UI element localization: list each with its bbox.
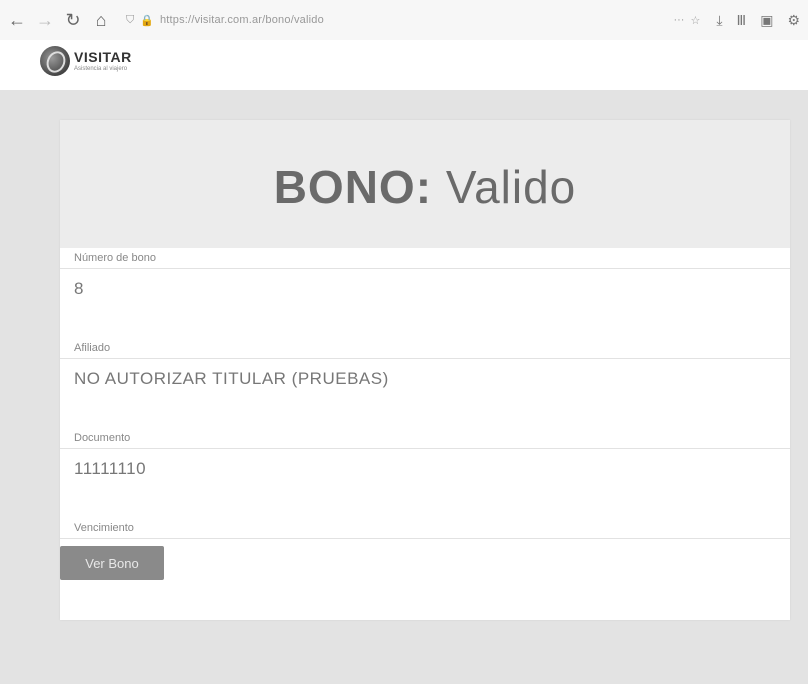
ver-bono-button[interactable]: Ver Bono xyxy=(60,546,164,580)
field-value: NO AUTORIZAR TITULAR (PRUEBAS) xyxy=(74,369,389,388)
forward-icon[interactable]: → xyxy=(36,11,54,29)
field-label: Documento xyxy=(74,432,131,444)
extensions-icon[interactable]: ⚙ xyxy=(787,12,800,29)
card-header: BONO: Valido xyxy=(60,120,790,248)
logo-name: VISITAR xyxy=(74,49,132,65)
field-numero-bono: Número de bono 8 xyxy=(60,248,790,309)
site-header: VISITAR Asistencia al viajero xyxy=(0,40,808,90)
url-text[interactable]: https://visitar.com.ar/bono/valido xyxy=(160,14,668,26)
field-value: 8 xyxy=(74,279,84,298)
lock-icon[interactable]: 🔒 xyxy=(140,14,154,27)
browser-toolbar: ← → ↻ ⌂ ⛉ 🔒 https://visitar.com.ar/bono/… xyxy=(0,0,808,40)
field-vencimiento: Vencimiento 10/08/2021 xyxy=(60,518,790,579)
bookmark-star-icon[interactable]: ☆ xyxy=(690,14,700,27)
back-icon[interactable]: ← xyxy=(8,11,26,29)
reload-icon[interactable]: ↻ xyxy=(64,11,82,29)
title-status: Valido xyxy=(445,161,577,213)
field-label: Afiliado xyxy=(74,342,111,354)
download-icon[interactable]: ⤓ xyxy=(716,12,722,29)
field-afiliado: Afiliado NO AUTORIZAR TITULAR (PRUEBAS) xyxy=(60,338,790,399)
field-value: 10/08/2021 xyxy=(60,539,790,579)
page-actions-icon[interactable]: ··· xyxy=(673,14,684,26)
home-icon[interactable]: ⌂ xyxy=(92,11,110,29)
field-label: Número de bono xyxy=(74,252,156,264)
logo-tagline: Asistencia al viajero xyxy=(74,66,128,72)
main-content: BONO: Valido Número de bono 8 Afiliado N… xyxy=(0,90,808,684)
field-label: Vencimiento xyxy=(74,522,134,534)
bono-card: BONO: Valido Número de bono 8 Afiliado N… xyxy=(60,120,790,620)
title-prefix: BONO: xyxy=(273,161,433,213)
sidebar-icon[interactable]: ▣ xyxy=(760,12,773,29)
page-title: BONO: Valido xyxy=(274,160,577,214)
field-documento: Documento 11111110 xyxy=(60,428,790,489)
field-value: 11111110 xyxy=(74,459,147,478)
globe-icon xyxy=(40,46,70,76)
library-icon[interactable]: Ⅲ xyxy=(737,12,747,29)
address-bar[interactable]: ⛉ 🔒 https://visitar.com.ar/bono/valido ·… xyxy=(120,9,706,31)
site-logo[interactable]: VISITAR Asistencia al viajero xyxy=(40,46,132,76)
shield-icon[interactable]: ⛉ xyxy=(126,14,134,27)
